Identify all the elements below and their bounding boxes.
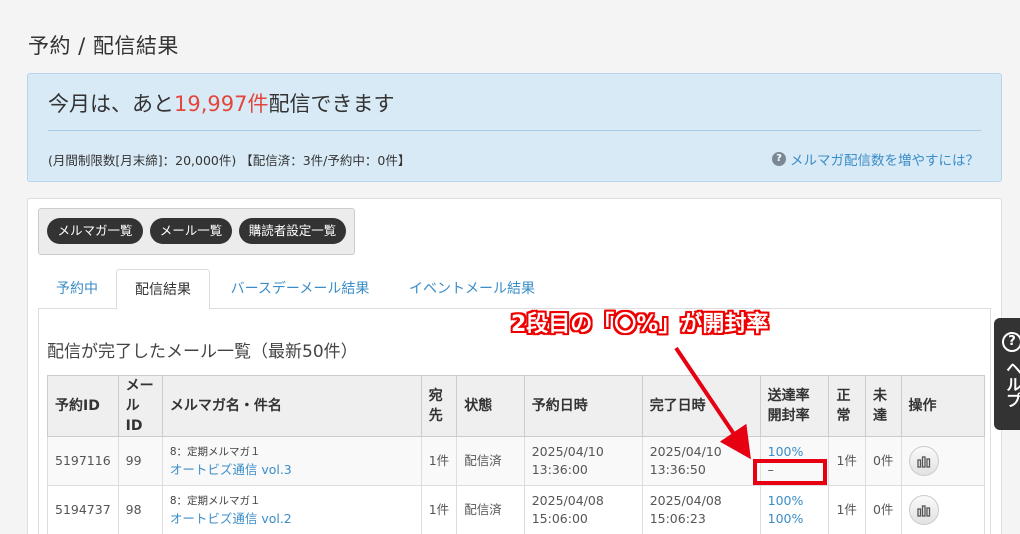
- open-rate: –: [767, 462, 774, 477]
- subject-link[interactable]: オートビズ通信 vol.2: [170, 510, 414, 528]
- header-done-date: 完了日時: [641, 375, 761, 437]
- tab-bar: 予約中 配信結果 バースデーメール結果 イベントメール結果: [38, 269, 991, 310]
- cell-mail-id: 98: [117, 485, 163, 534]
- section-title: 配信が完了したメール一覧（最新50件）: [47, 342, 358, 362]
- cell-name: 8：定期メルマガ１ オートビズ通信 vol.2: [161, 485, 422, 534]
- magazine-name: 8：定期メルマガ１: [169, 495, 261, 507]
- question-icon: ?: [772, 152, 786, 166]
- cell-normal: 1件: [828, 485, 866, 534]
- quota-panel: 今月は、あと19,997件配信できます (月間制限数[月末締]：20,000件)…: [27, 73, 1002, 182]
- cell-ops: [900, 436, 985, 486]
- cell-dest: 1件: [420, 485, 458, 534]
- help-icon: ?: [1002, 332, 1020, 352]
- cell-rates: 100% –: [759, 436, 830, 486]
- header-reserve-date: 予約日時: [523, 375, 643, 437]
- page-title: 予約 / 配信結果: [28, 34, 179, 58]
- delivery-rate-link[interactable]: 100%: [768, 443, 822, 461]
- mail-list-button[interactable]: メール一覧: [150, 218, 232, 244]
- quota-suffix: 配信できます: [268, 92, 395, 116]
- stats-button[interactable]: [908, 446, 939, 476]
- cell-status: 配信済: [456, 436, 525, 486]
- header-rates: 送達率 開封率: [759, 375, 830, 437]
- annotation-callout: 2段目の「〇%」が開封率: [511, 312, 769, 337]
- header-mail-id: メールID: [117, 375, 163, 437]
- cell-reserve-id: 5197116: [47, 436, 119, 486]
- subscriber-settings-button[interactable]: 購読者設定一覧: [239, 218, 346, 244]
- quota-remaining-count: 19,997件: [174, 92, 269, 116]
- cell-mail-id: 99: [117, 436, 163, 486]
- tab-event-results[interactable]: イベントメール結果: [396, 269, 548, 309]
- header-normal: 正常: [828, 375, 866, 437]
- subject-link[interactable]: オートビズ通信 vol.3: [170, 461, 414, 479]
- cell-failed: 0件: [864, 485, 902, 534]
- tab-content: 配信が完了したメール一覧（最新50件） 予約ID メールID メルマガ名・件名 …: [38, 309, 991, 534]
- cell-normal: 1件: [828, 436, 866, 486]
- table-row: 5197116 99 8：定期メルマガ１ オートビズ通信 vol.3 1件 配信…: [47, 436, 985, 486]
- help-side-tab[interactable]: ? ヘルプ: [994, 318, 1020, 430]
- magazine-name: 8：定期メルマガ１: [169, 446, 261, 458]
- delivery-rate-link[interactable]: 100%: [768, 492, 822, 510]
- quota-detail: (月間制限数[月末締]：20,000件) 【配信済：3件/予約中：0件】: [48, 153, 411, 168]
- cell-done-date: 2025/04/10 13:36:50: [641, 436, 761, 486]
- cell-reserve-date: 2025/04/08 15:06:00: [523, 485, 643, 534]
- magazine-list-button[interactable]: メルマガ一覧: [47, 218, 143, 244]
- header-dest: 宛先: [420, 375, 458, 437]
- quota-prefix: 今月は、あと: [48, 92, 174, 116]
- cell-ops: [900, 485, 985, 534]
- increase-quota-link[interactable]: ? メルマガ配信数を増やすには？: [772, 149, 979, 169]
- cell-status: 配信済: [456, 485, 525, 534]
- tab-reserved[interactable]: 予約中: [38, 269, 116, 309]
- open-rate-link[interactable]: 100%: [768, 510, 822, 528]
- help-label: ヘルプ: [1003, 360, 1020, 408]
- cell-rates: 100% 100%: [759, 485, 830, 534]
- cell-done-date: 2025/04/08 15:06:23: [641, 485, 761, 534]
- cell-failed: 0件: [864, 436, 902, 486]
- cell-reserve-date: 2025/04/10 13:36:00: [523, 436, 643, 486]
- stats-button[interactable]: [908, 495, 939, 525]
- header-status: 状態: [456, 375, 525, 437]
- quota-message: 今月は、あと19,997件配信できます: [48, 88, 394, 118]
- header-ops: 操作: [900, 375, 985, 437]
- header-failed: 未達: [864, 375, 902, 437]
- nav-button-group: メルマガ一覧 メール一覧 購読者設定一覧: [38, 208, 355, 255]
- header-name: メルマガ名・件名: [161, 375, 422, 437]
- bar-chart-icon: [916, 504, 930, 517]
- cell-name: 8：定期メルマガ１ オートビズ通信 vol.3: [161, 436, 422, 486]
- increase-quota-label: メルマガ配信数を増やすには？: [790, 153, 979, 169]
- quota-divider: [48, 130, 981, 131]
- cell-dest: 1件: [420, 436, 458, 486]
- cell-reserve-id: 5194737: [47, 485, 119, 534]
- results-panel: メルマガ一覧 メール一覧 購読者設定一覧 予約中 配信結果 バースデーメール結果…: [27, 198, 1002, 534]
- tab-delivery-results[interactable]: 配信結果: [116, 269, 210, 310]
- delivery-results-table: 予約ID メールID メルマガ名・件名 宛先 状態 予約日時 完了日時 送達率 …: [47, 375, 985, 534]
- table-row: 5194737 98 8：定期メルマガ１ オートビズ通信 vol.2 1件 配信…: [47, 485, 985, 534]
- header-reserve-id: 予約ID: [47, 375, 119, 437]
- bar-chart-icon: [916, 455, 930, 468]
- tab-birthday-results[interactable]: バースデーメール結果: [214, 269, 386, 309]
